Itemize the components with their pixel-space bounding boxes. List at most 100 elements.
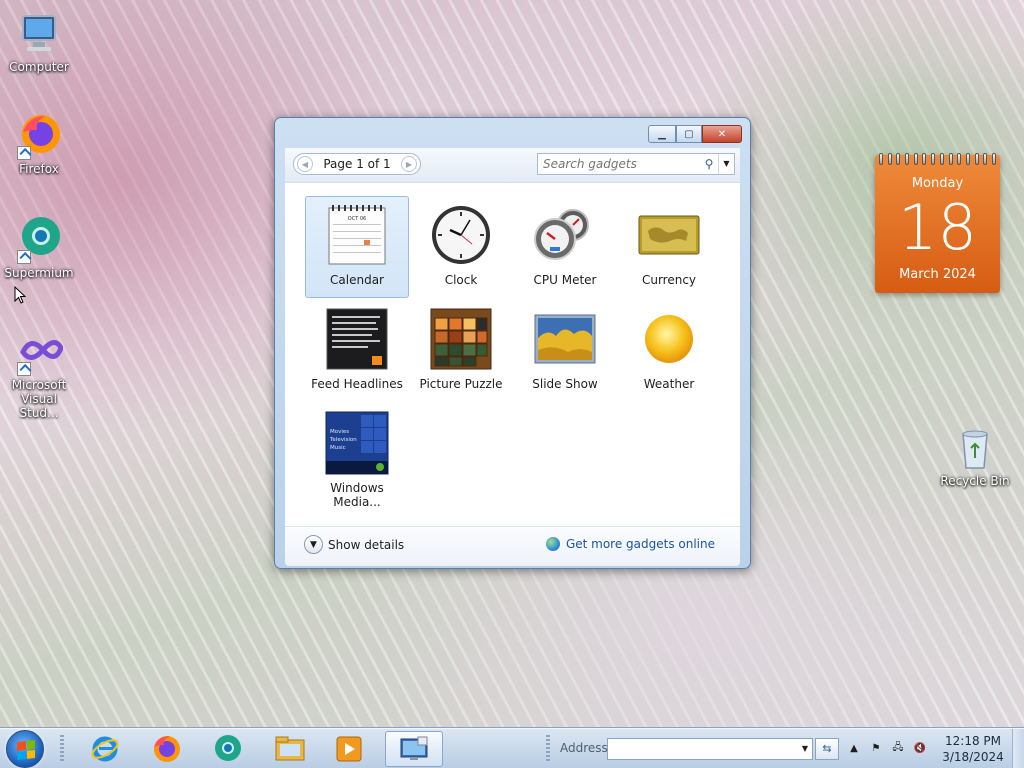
media-thumb-line: Television <box>329 437 357 443</box>
toolbar-grip[interactable] <box>546 735 550 763</box>
calendar-gadget[interactable]: Monday 18 March 2024 <box>875 153 1000 293</box>
gadget-calendar[interactable]: OCT 06 Calendar <box>305 196 409 298</box>
address-label: Address <box>560 741 608 755</box>
desktop-icon-computer[interactable]: Computer <box>0 10 78 74</box>
close-icon: ✕ <box>717 128 727 140</box>
shortcut-arrow-icon <box>17 250 31 264</box>
gadget-label: CPU Meter <box>533 273 597 287</box>
chevron-down-icon: ▼ <box>304 535 323 554</box>
prev-page-button[interactable]: ◀ <box>297 156 313 172</box>
close-button[interactable]: ✕ <box>702 125 742 143</box>
desktop-icon-firefox[interactable]: Firefox <box>0 112 78 176</box>
gadget-label: Feed Headlines <box>311 377 403 391</box>
next-page-button[interactable]: ▶ <box>401 156 417 172</box>
taskbar-gadgets[interactable] <box>385 731 443 767</box>
shortcut-arrow-icon <box>17 146 31 160</box>
gallery-footer: ▼ Show details Get more gadgets online <box>285 526 740 566</box>
taskbar: Address ▼ ⇆ ▲ ⚑ 🖧 🔇 12:18 PM 3/18/2024 <box>0 728 1024 768</box>
desktop-icon-label: Microsoft Visual Stud... <box>11 378 67 420</box>
calendar-month-year: March 2024 <box>899 267 976 282</box>
gadget-label: Clock <box>444 273 478 287</box>
gadget-gallery-window: ▁ ▢ ✕ ◀ Page 1 of 1 ▶ ⚲ ▼ OCT 06 Calenda… <box>274 117 751 569</box>
taskbar-clock[interactable]: 12:18 PM 3/18/2024 <box>940 733 1006 765</box>
pager: ◀ Page 1 of 1 ▶ <box>293 153 421 175</box>
address-dropdown-button[interactable]: ▼ <box>798 739 812 759</box>
taskbar-media-player[interactable] <box>320 731 378 767</box>
firefox-icon <box>15 112 63 160</box>
gadget-label: Picture Puzzle <box>419 377 503 391</box>
show-details-label: Show details <box>328 537 405 552</box>
taskbar-supermium[interactable] <box>198 731 256 767</box>
gadget-slide-show[interactable]: Slide Show <box>513 300 617 402</box>
desktop-icon-recycle-bin[interactable]: Recycle Bin <box>936 424 1014 488</box>
page-indicator: Page 1 of 1 <box>323 157 391 171</box>
media-thumb-line: Movies <box>330 429 349 435</box>
volume-muted-icon[interactable]: 🔇 <box>912 740 928 756</box>
minimize-button[interactable]: ▁ <box>648 125 676 143</box>
show-desktop-button[interactable] <box>1012 729 1024 768</box>
minimize-icon: ▁ <box>658 128 666 140</box>
search-box: ⚲ ▼ <box>537 153 735 175</box>
media-player-icon <box>336 736 362 762</box>
desktop-icon-label: Supermium <box>4 266 74 280</box>
recycle-bin-icon <box>951 424 999 472</box>
gadget-cpu-meter[interactable]: CPU Meter <box>513 196 617 298</box>
toolbar-grip[interactable] <box>60 735 64 763</box>
file-explorer-icon <box>275 736 305 761</box>
windows-media-center-icon: Movies Television Music <box>325 411 389 475</box>
gadget-label: Windows Media... <box>330 481 384 509</box>
refresh-arrows-icon: ⇆ <box>822 742 832 755</box>
address-go-button[interactable]: ⇆ <box>815 738 839 760</box>
supermium-icon <box>15 216 63 264</box>
maximize-button[interactable]: ▢ <box>676 125 702 143</box>
desktop-icon-label: Recycle Bin <box>940 474 1010 488</box>
show-details-button[interactable]: ▼ Show details <box>304 535 404 554</box>
taskbar-file-explorer[interactable] <box>261 731 319 767</box>
desktop-icon-label: Computer <box>9 60 69 74</box>
media-thumb-line: Music <box>330 445 346 451</box>
cpu-meter-icon <box>533 203 597 267</box>
search-icon[interactable]: ⚲ <box>700 157 718 171</box>
notification-area: ▲ ⚑ 🖧 🔇 <box>846 740 928 756</box>
gadget-currency[interactable]: Currency <box>617 196 721 298</box>
gadget-windows-media-center[interactable]: Movies Television Music Windows Media... <box>305 404 409 509</box>
shortcut-arrow-icon <box>17 362 31 376</box>
start-button[interactable] <box>6 730 44 768</box>
gadgets-icon <box>400 736 428 760</box>
window-controls: ▁ ▢ ✕ <box>648 125 742 143</box>
feed-headlines-icon <box>325 307 389 371</box>
gallery-toolbar: ◀ Page 1 of 1 ▶ ⚲ ▼ <box>285 148 740 182</box>
network-icon[interactable]: 🖧 <box>890 740 906 756</box>
clock-time: 12:18 PM <box>945 734 1001 748</box>
address-bar: ▼ <box>607 738 813 760</box>
desktop-icon-visual-studio[interactable]: Microsoft Visual Stud... <box>0 328 78 420</box>
taskbar-firefox[interactable] <box>137 731 195 767</box>
slide-show-icon <box>533 307 597 371</box>
get-more-gadgets-label: Get more gadgets online <box>565 537 715 551</box>
address-input[interactable] <box>608 739 798 759</box>
desktop-icon-supermium[interactable]: Supermium <box>0 216 78 280</box>
gadget-clock[interactable]: Clock <box>409 196 513 298</box>
search-input[interactable] <box>538 157 700 171</box>
show-hidden-icons-button[interactable]: ▲ <box>846 740 862 756</box>
globe-icon <box>545 537 560 551</box>
gadget-label: Currency <box>641 273 697 287</box>
search-dropdown-button[interactable]: ▼ <box>718 154 734 174</box>
gadget-grid: OCT 06 Calendar Clock CPU Meter Currency <box>285 182 740 526</box>
calendar-rings <box>879 153 996 165</box>
action-center-flag-icon[interactable]: ⚑ <box>868 740 884 756</box>
calendar-day-number: 18 <box>898 191 977 264</box>
taskbar-internet-explorer[interactable] <box>76 731 134 767</box>
gadget-feed-headlines[interactable]: Feed Headlines <box>305 300 409 402</box>
get-more-gadgets-link[interactable]: Get more gadgets online <box>545 537 715 551</box>
maximize-icon: ▢ <box>684 128 694 140</box>
visual-studio-icon <box>15 328 64 376</box>
calendar-weekday: Monday <box>911 176 964 191</box>
gadget-weather[interactable]: Weather <box>617 300 721 402</box>
gadget-picture-puzzle[interactable]: Picture Puzzle <box>409 300 513 402</box>
weather-icon <box>637 307 701 371</box>
clock-icon <box>429 203 493 267</box>
firefox-icon <box>154 736 180 762</box>
desktop-icon-label: Firefox <box>19 162 59 176</box>
supermium-icon <box>215 735 241 761</box>
